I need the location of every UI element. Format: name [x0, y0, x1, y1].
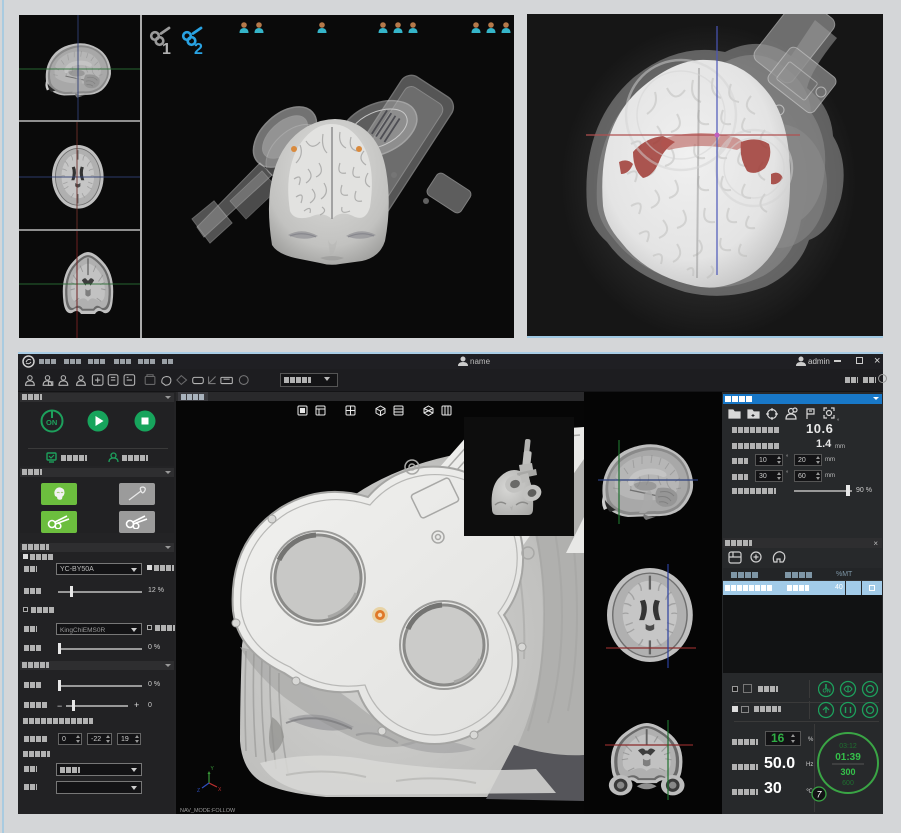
svg-text:300: 300 — [840, 767, 855, 777]
svg-text:Y: Y — [211, 766, 215, 772]
svg-text:2: 2 — [194, 41, 203, 58]
svg-text:1: 1 — [162, 41, 171, 58]
svg-text:600: 600 — [842, 780, 854, 787]
svg-text:03:12: 03:12 — [839, 743, 857, 750]
svg-text:ON: ON — [823, 689, 831, 695]
svg-text:Z: Z — [197, 788, 200, 794]
svg-text:NAV_MODE:FOLLOW: NAV_MODE:FOLLOW — [180, 808, 236, 814]
svg-text:01:39: 01:39 — [835, 752, 861, 763]
svg-text:ON: ON — [46, 418, 57, 427]
svg-text:X: X — [218, 787, 222, 793]
